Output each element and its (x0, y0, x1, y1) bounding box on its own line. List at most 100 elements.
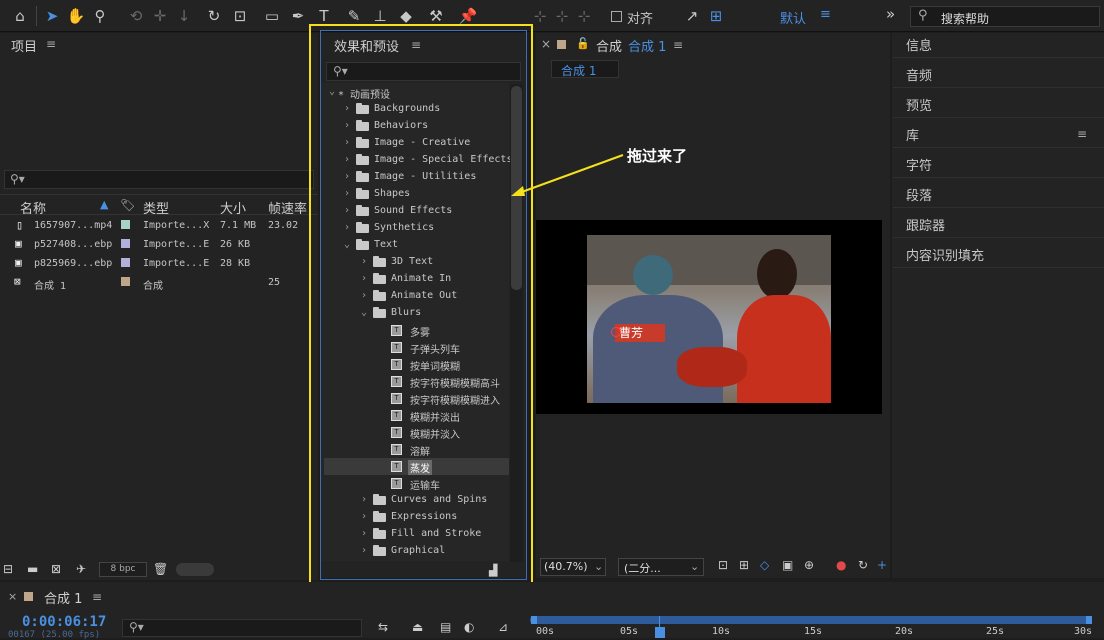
arrow-shaft (518, 154, 624, 194)
mask-visibility-icon[interactable]: ◇ (760, 558, 769, 572)
project-row[interactable]: ▯ 1657907...mp4 Importe...X 7.1 MB 23.02 (0, 217, 318, 236)
type-tool-icon[interactable]: T (314, 6, 334, 26)
grid-guides-icon[interactable]: ⊕ (804, 558, 814, 572)
project-row[interactable]: ▣ p527408...ebp Importe...E 26 KB (0, 236, 318, 255)
ruler-tick: 05s (620, 626, 639, 637)
orbit-camera-icon[interactable]: ⟲ (126, 6, 146, 26)
snap-checkbox[interactable] (611, 11, 622, 22)
panel-character[interactable]: 字符 (906, 155, 932, 174)
project-row[interactable]: ⊠ 合成 1 合成 25 (0, 274, 318, 293)
resolution-dropdown[interactable]: (二分... ⌄ (618, 558, 704, 576)
panel-paragraph[interactable]: 段落 (906, 185, 932, 204)
project-search-input[interactable]: ⚲▾ (4, 170, 314, 189)
timeline-search-input[interactable]: ⚲▾ (122, 619, 362, 637)
comp-tab-label[interactable]: 合成 (596, 36, 622, 55)
snap-options-icon[interactable]: ↗ (682, 6, 702, 26)
toolbar: ⌂ ➤ ✋ ⚲ ⟲ ✛ ↓ ↻ ⊡ ▭ ✒ T ✎ ⊥ ◆ ⚒ 📌 ⊹ ⊹ ⊹ … (0, 0, 1104, 32)
dolly-camera-icon[interactable]: ↓ (174, 6, 194, 26)
pan-behind-tool-icon[interactable]: ⊡ (230, 6, 250, 26)
pan-camera-icon[interactable]: ✛ (150, 6, 170, 26)
comp-subtab[interactable]: 合成 1 (551, 60, 619, 78)
highlight-box (309, 24, 533, 585)
timeline-menu-icon[interactable]: ≡ (92, 590, 102, 604)
work-area-start-handle[interactable] (531, 616, 537, 624)
draft-3d-icon[interactable]: ⏏ (412, 620, 423, 634)
timeline-tab[interactable]: 合成 1 (44, 588, 82, 607)
comp-tab-name[interactable]: 合成 1 (628, 36, 666, 55)
ruler-tick: 30s (1074, 626, 1093, 637)
panel-tracker[interactable]: 跟踪器 (906, 215, 945, 234)
more-workspaces[interactable]: » (886, 5, 895, 23)
comp-menu-icon[interactable]: ≡ (673, 38, 683, 52)
panel-preview[interactable]: 预览 (906, 95, 932, 114)
eraser-tool-icon[interactable]: ◆ (396, 6, 416, 26)
panel-info[interactable]: 信息 (906, 35, 932, 54)
brush-tool-icon[interactable]: ✎ (344, 6, 364, 26)
frame-blending-icon[interactable]: ▤ (440, 620, 451, 634)
label-tag-icon[interactable]: 🏷 (120, 198, 135, 212)
item-name: p825969...ebp (34, 258, 113, 269)
clone-stamp-tool-icon[interactable]: ⊥ (370, 6, 390, 26)
playhead-line (659, 616, 660, 628)
lock-icon[interactable]: 🔓 (576, 37, 590, 50)
panel-audio[interactable]: 音频 (906, 65, 932, 84)
reset-exposure-icon[interactable]: ↻ (858, 558, 868, 572)
motion-blur-icon[interactable]: ◐ (464, 620, 474, 634)
close-icon[interactable]: × (541, 37, 551, 51)
bit-depth-button[interactable]: 8 bpc (99, 562, 147, 577)
pen-tool-icon[interactable]: ✒ (288, 6, 308, 26)
zoom-tool-icon[interactable]: ⚲ (90, 6, 110, 26)
panel-content-aware-fill[interactable]: 内容识别填充 (906, 245, 984, 264)
item-size: 28 KB (220, 258, 251, 269)
world-axis-icon[interactable]: ⊹ (552, 6, 572, 26)
work-area-end-handle[interactable] (1086, 616, 1092, 624)
view-axis-icon[interactable]: ⊹ (574, 6, 594, 26)
delete-icon[interactable]: 🗑 (153, 562, 168, 576)
home-icon[interactable]: ⌂ (10, 6, 30, 26)
scroll-thumb[interactable] (176, 563, 214, 576)
divider (893, 207, 1104, 208)
workspace-menu-icon[interactable]: ≡ (820, 7, 831, 22)
project-footer: ⊟ ▬ ⊠ ✈ 8 bpc 🗑 (0, 560, 318, 580)
fast-preview-icon[interactable]: ⊡ (718, 558, 728, 572)
new-composition-icon[interactable]: ⊠ (51, 562, 61, 576)
project-row[interactable]: ▣ p825969...ebp Importe...E 28 KB (0, 255, 318, 274)
rectangle-tool-icon[interactable]: ▭ (262, 6, 282, 26)
new-folder-icon[interactable]: ▬ (27, 562, 38, 576)
item-size: 7.1 MB (220, 220, 257, 231)
roto-brush-tool-icon[interactable]: ⚒ (426, 6, 446, 26)
item-type: Importe...X (143, 220, 210, 231)
workspace-default[interactable]: 默认 (780, 8, 806, 27)
local-axis-icon[interactable]: ⊹ (530, 6, 550, 26)
transparency-grid-icon[interactable]: ⊞ (739, 558, 749, 572)
snap-grid-icon[interactable]: ⊞ (706, 6, 726, 26)
video-figure-dress (737, 295, 831, 403)
anchor-point-icon[interactable] (611, 327, 621, 337)
zoom-dropdown[interactable]: (40.7%) ⌄ (540, 558, 606, 576)
close-icon[interactable]: × (8, 590, 17, 603)
playhead[interactable] (655, 627, 665, 638)
library-menu-icon[interactable]: ≡ (1077, 127, 1087, 141)
search-help-field[interactable]: ⚲ 搜索帮助 (910, 6, 1100, 27)
interpret-footage-icon[interactable]: ⊟ (3, 562, 13, 576)
divider (0, 194, 318, 195)
selection-tool-icon[interactable]: ➤ (42, 6, 62, 26)
rotation-tool-icon[interactable]: ↻ (204, 6, 224, 26)
flowchart-icon[interactable]: ✈ (76, 562, 86, 576)
item-size: 26 KB (220, 239, 251, 250)
composition-flowchart-icon[interactable]: ⇆ (378, 620, 388, 634)
exposure-icon[interactable]: + (877, 558, 887, 572)
item-type: 合成 (143, 281, 163, 292)
current-timecode[interactable]: 0:00:06:17 (22, 614, 106, 630)
video-baby (677, 347, 747, 387)
item-type: Importe...E (143, 258, 210, 269)
work-area-bar[interactable] (530, 616, 1092, 624)
sort-ascending-icon[interactable]: ▲ (100, 198, 108, 211)
project-menu-icon[interactable]: ≡ (46, 37, 56, 51)
puppet-tool-icon[interactable]: 📌 (458, 6, 478, 26)
panel-library[interactable]: 库 (906, 125, 919, 144)
hand-tool-icon[interactable]: ✋ (66, 6, 86, 26)
color-channels-icon[interactable]: ● (836, 558, 846, 572)
region-of-interest-icon[interactable]: ▣ (782, 558, 793, 572)
graph-editor-icon[interactable]: ⊿ (498, 620, 508, 634)
